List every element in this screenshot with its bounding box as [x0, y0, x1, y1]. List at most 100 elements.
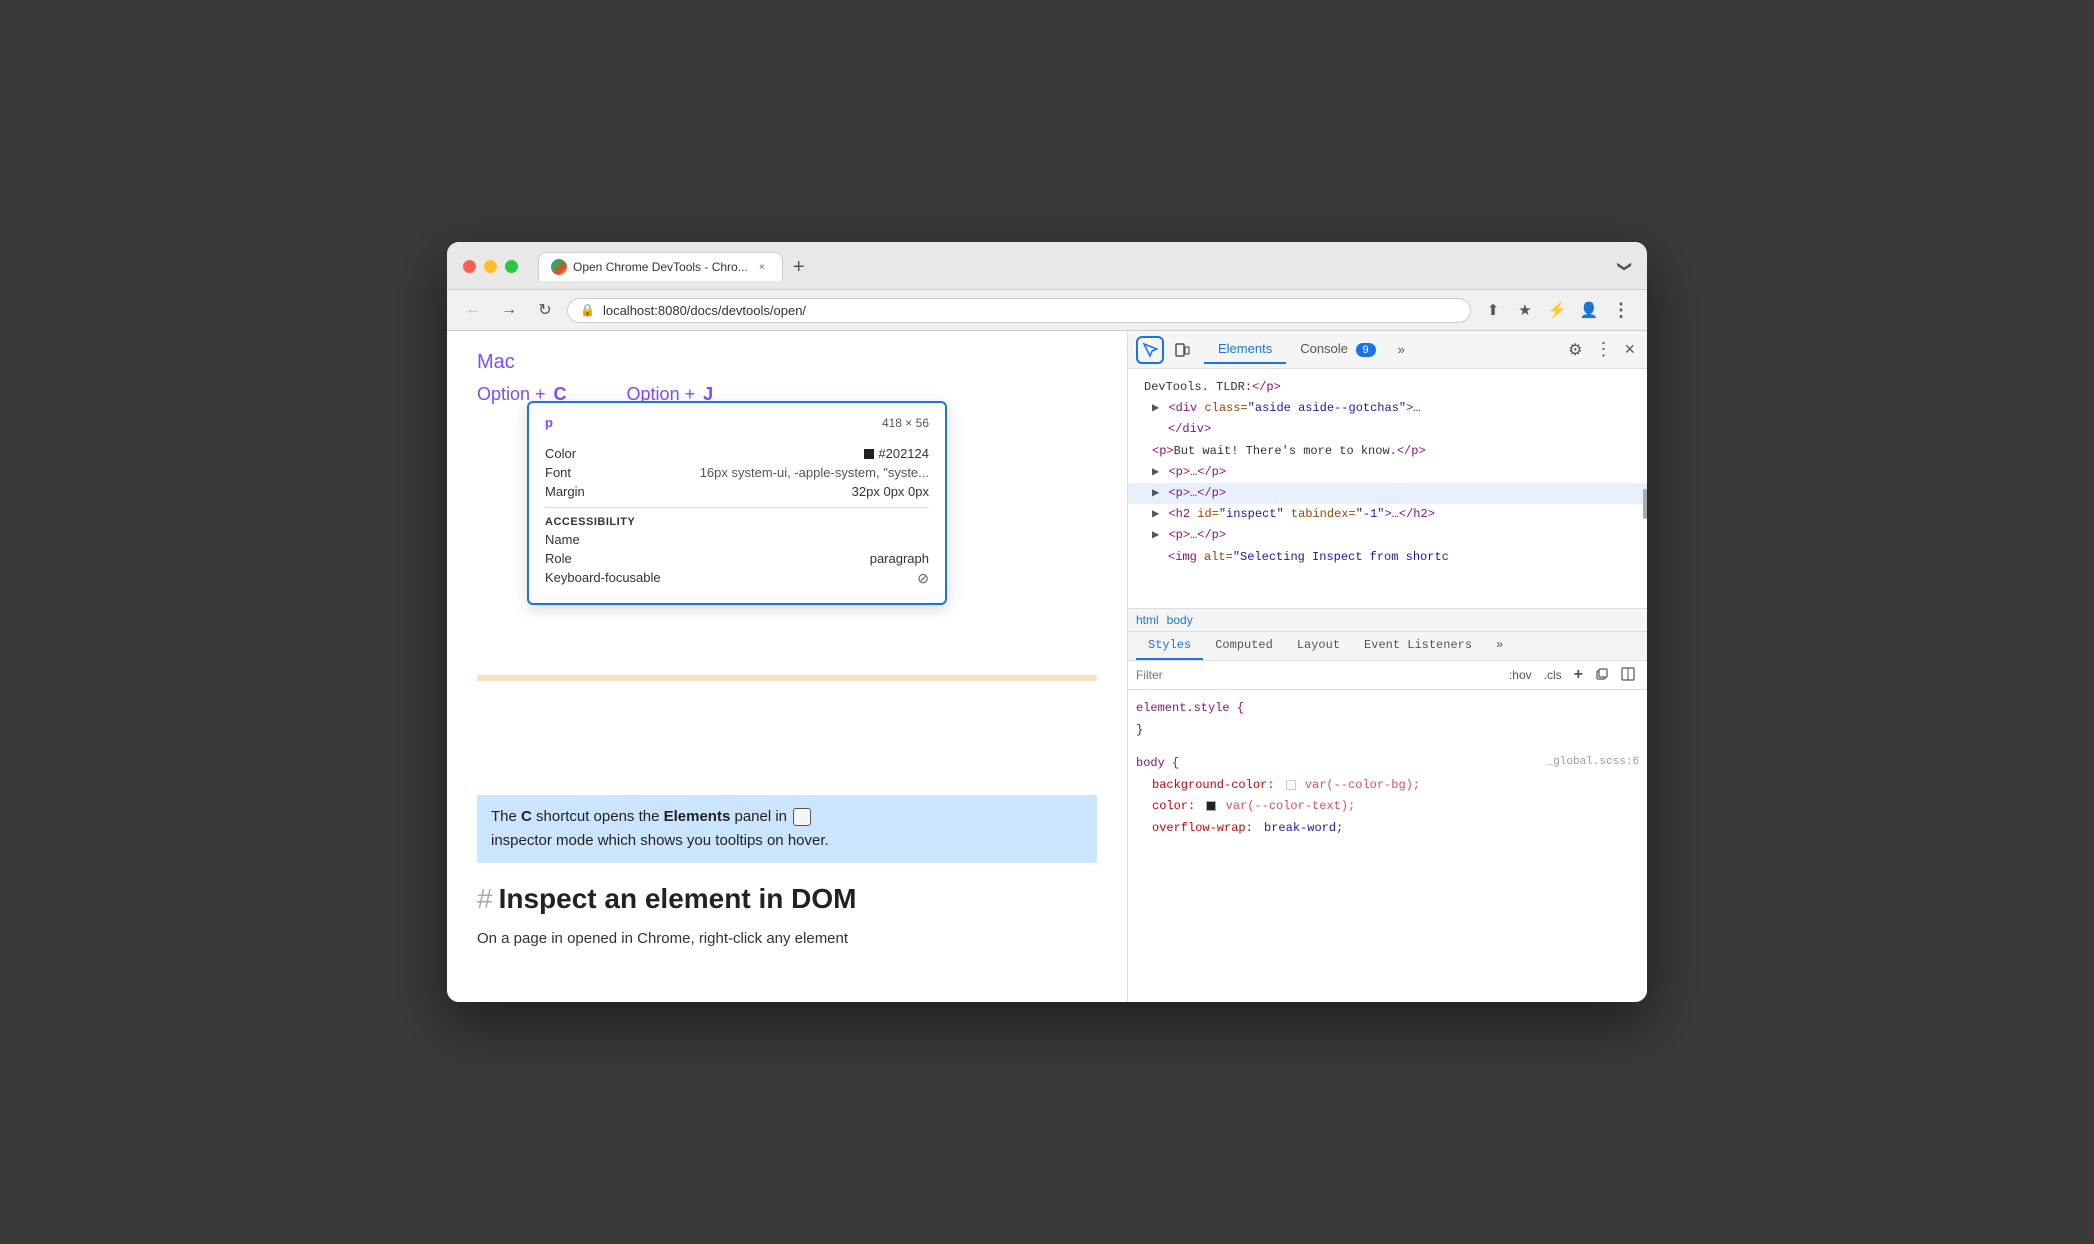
tooltip-tag: p [545, 415, 553, 430]
traffic-lights-row: Open Chrome DevTools - Chro... × + ❯ [463, 252, 1631, 281]
url-text: localhost:8080/docs/devtools/open/ [603, 303, 1458, 318]
tab-title: Open Chrome DevTools - Chro... [573, 260, 748, 274]
tooltip-color-label: Color [545, 446, 576, 461]
tooltip-color-value: #202124 [864, 446, 929, 461]
orange-highlight-bar [477, 675, 1097, 681]
share-button[interactable]: ⬆ [1479, 296, 1507, 324]
tab-close-button[interactable]: × [754, 259, 770, 275]
tooltip-keyboard-row: Keyboard-focusable ⊘ [545, 570, 929, 587]
body-prop2: color: [1152, 799, 1195, 813]
tooltip-margin-row: Margin 32px 0px 0px [545, 484, 929, 499]
tooltip-name-label: Name [545, 532, 580, 547]
bookmark-button[interactable]: ★ [1511, 296, 1539, 324]
new-tab-button[interactable]: + [785, 253, 813, 281]
tooltip-divider [545, 507, 929, 508]
device-icon [1174, 342, 1190, 358]
tab-console[interactable]: Console 9 [1286, 335, 1389, 364]
heading-text: Inspect an element in DOM [499, 883, 857, 914]
settings-button[interactable]: ⋮ [1607, 296, 1635, 324]
back-button[interactable]: ← [459, 296, 487, 324]
browser-content: Mac Option + C Option + J p 418 × 56 [447, 331, 1647, 1002]
tooltip-margin-value: 32px 0px 0px [852, 484, 929, 499]
dom-line-4[interactable]: ▶ <p>…</p> [1128, 462, 1647, 483]
tooltip-name-row: Name [545, 532, 929, 547]
forward-button[interactable]: → [495, 296, 523, 324]
tooltip-keyboard-value: ⊘ [917, 570, 929, 587]
tab-dropdown-icon[interactable]: ❯ [1617, 261, 1634, 273]
minimize-traffic-light[interactable] [484, 260, 497, 273]
page-text-area: The C shortcut opens the Elements panel … [477, 675, 1097, 951]
tab-elements[interactable]: Elements [1204, 335, 1286, 364]
tab-more[interactable]: » [1484, 632, 1515, 660]
tab-event-listeners[interactable]: Event Listeners [1352, 632, 1484, 660]
more-options-button[interactable]: ⋮ [1590, 335, 1616, 364]
close-traffic-light[interactable] [463, 260, 476, 273]
add-style-button[interactable]: + [1570, 665, 1587, 685]
element-style-selector: element.style { [1136, 701, 1244, 715]
tooltip-font-value: 16px system-ui, -apple-system, "syste... [700, 465, 929, 480]
body-prop1: background-color: [1152, 778, 1274, 792]
inspect-heading: #Inspect an element in DOM [477, 883, 1097, 915]
highlighted-text-3: panel in [730, 808, 791, 825]
device-toolbar-button[interactable] [1168, 336, 1196, 364]
highlighted-text-4: inspector mode which shows you tooltips … [491, 832, 829, 849]
gear-button[interactable]: ⚙ [1564, 336, 1586, 364]
tooltip-margin-label: Margin [545, 484, 585, 499]
dom-line-5-highlighted[interactable]: ▶ <p>…</p> [1128, 483, 1647, 504]
tooltip-font-row: Font 16px system-ui, -apple-system, "sys… [545, 465, 929, 480]
body-val1-prefix: var(--color-bg); [1286, 778, 1420, 792]
style-extra-btn1[interactable] [1591, 666, 1613, 685]
body-selector: body { [1136, 756, 1179, 770]
nav-bar: ← → ↻ 🔒 localhost:8080/docs/devtools/ope… [447, 290, 1647, 331]
dom-line-2: </div> [1128, 419, 1647, 440]
highlighted-paragraph: The C shortcut opens the Elements panel … [477, 795, 1097, 863]
lock-icon: 🔒 [580, 303, 595, 317]
tooltip-dimensions: 418 × 56 [882, 416, 929, 430]
body-val2-container: var(--color-text); [1206, 799, 1355, 813]
devtools-tabs: Elements Console 9 » [1204, 335, 1413, 364]
tooltip-color-row: Color #202124 [545, 446, 929, 461]
maximize-traffic-light[interactable] [505, 260, 518, 273]
highlighted-text-1: The [491, 808, 521, 825]
dom-line-1[interactable]: ▶ <div class="aside aside--gotchas">… [1128, 398, 1647, 419]
tab-styles[interactable]: Styles [1136, 632, 1203, 660]
active-tab[interactable]: Open Chrome DevTools - Chro... × [538, 252, 783, 281]
inspector-button[interactable] [1136, 336, 1164, 364]
more-tabs-btn[interactable]: » [1390, 338, 1413, 361]
page-content: Mac Option + C Option + J p 418 × 56 [447, 331, 1127, 1002]
copy-styles-icon [1595, 667, 1609, 681]
body-prop3: overflow-wrap: [1152, 821, 1253, 835]
dom-line-3: <p>But wait! There's more to know.</p> [1128, 441, 1647, 462]
mac-label: Mac [477, 351, 1097, 374]
extensions-button[interactable]: ⚡ [1543, 296, 1571, 324]
body-rule: body { _global.scss:6 background-color: … [1136, 753, 1639, 839]
body-val3: break-word; [1264, 821, 1343, 835]
style-extra-btn2[interactable] [1617, 666, 1639, 685]
styles-filter-bar: :hov .cls + [1128, 661, 1647, 690]
scroll-indicator [1643, 489, 1647, 519]
styles-filter-input[interactable] [1136, 668, 1497, 682]
styles-filter-actions: :hov .cls + [1505, 665, 1639, 685]
tab-layout[interactable]: Layout [1285, 632, 1352, 660]
address-bar[interactable]: 🔒 localhost:8080/docs/devtools/open/ [567, 298, 1471, 323]
dom-line-6[interactable]: ▶ <h2 id="inspect" tabindex="-1">…</h2> [1128, 504, 1647, 525]
cls-filter-button[interactable]: .cls [1540, 667, 1566, 683]
styles-tabs: Styles Computed Layout Event Listeners » [1128, 632, 1647, 661]
tab-favicon [551, 259, 567, 275]
devtools-close-button[interactable]: × [1620, 335, 1639, 364]
dom-line-7[interactable]: ▶ <p>…</p> [1128, 525, 1647, 546]
window-controls-right: ❯ [1619, 258, 1631, 281]
breadcrumb-html[interactable]: html [1136, 613, 1159, 627]
title-bar: Open Chrome DevTools - Chro... × + ❯ [447, 242, 1647, 290]
hash-symbol: # [477, 883, 493, 914]
reload-button[interactable]: ↻ [531, 296, 559, 324]
tooltip-role-label: Role [545, 551, 572, 566]
tab-computed[interactable]: Computed [1203, 632, 1285, 660]
breadcrumb-body[interactable]: body [1167, 613, 1193, 627]
profile-button[interactable]: 👤 [1575, 296, 1603, 324]
hov-filter-button[interactable]: :hov [1505, 667, 1536, 683]
tooltip-keyboard-label: Keyboard-focusable [545, 570, 661, 587]
page-paragraph: On a page in opened in Chrome, right-cli… [477, 927, 1097, 951]
inspect-styles-icon [1621, 667, 1635, 681]
highlighted-text-2: shortcut opens the [532, 808, 664, 825]
